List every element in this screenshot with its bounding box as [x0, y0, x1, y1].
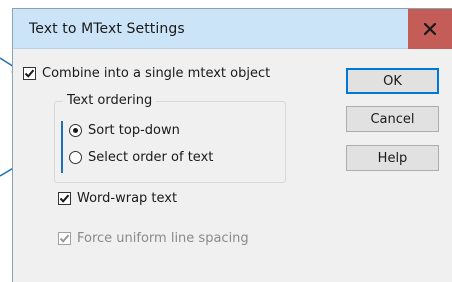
dialog-title: Text to MText Settings — [29, 21, 185, 37]
help-button[interactable]: Help — [346, 145, 439, 171]
radio-select-order[interactable]: Select order of text — [69, 150, 213, 165]
checkbox-box — [58, 232, 71, 245]
radio-dot-icon — [73, 128, 78, 133]
ok-button[interactable]: OK — [346, 68, 439, 94]
word-wrap-label: Word-wrap text — [77, 191, 178, 206]
checkmark-icon — [24, 69, 35, 78]
close-icon — [424, 23, 436, 35]
cancel-button[interactable]: Cancel — [346, 106, 439, 132]
close-button[interactable] — [408, 9, 452, 49]
radio-button[interactable] — [69, 151, 82, 164]
force-uniform-spacing-label: Force uniform line spacing — [77, 231, 249, 246]
checkmark-icon — [59, 234, 70, 243]
radio-label: Sort top-down — [88, 123, 180, 138]
combine-label: Combine into a single mtext object — [42, 66, 271, 81]
radio-button-selected[interactable] — [69, 124, 82, 137]
text-ordering-title: Text ordering — [63, 93, 157, 108]
word-wrap-checkbox[interactable]: Word-wrap text — [58, 191, 177, 206]
radio-label: Select order of text — [88, 150, 214, 165]
radio-sort-top-down[interactable]: Sort top-down — [69, 123, 180, 138]
checkbox-box[interactable] — [58, 192, 71, 205]
checkmark-icon — [59, 194, 70, 203]
title-bar[interactable]: Text to MText Settings — [13, 9, 452, 49]
selection-indicator-bar — [61, 121, 63, 173]
checkbox-box[interactable] — [23, 67, 36, 80]
page: Text to MText Settings Combine into a si… — [0, 0, 452, 282]
settings-dialog: Text to MText Settings Combine into a si… — [12, 8, 452, 282]
force-uniform-spacing-checkbox: Force uniform line spacing — [58, 231, 249, 246]
combine-checkbox[interactable]: Combine into a single mtext object — [23, 66, 270, 81]
text-ordering-group: Text ordering — [54, 93, 286, 183]
